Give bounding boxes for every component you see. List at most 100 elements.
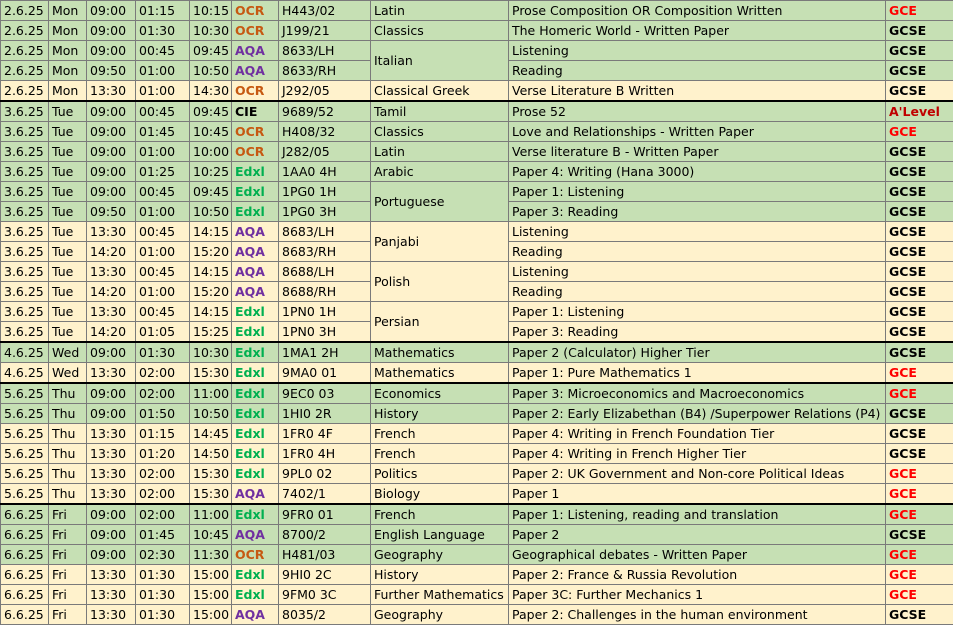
duration-cell: 01:30 [136,21,190,41]
exam-day-cell: Tue [49,202,87,222]
end-time-cell: 10:50 [190,202,232,222]
table-row: 5.6.25Thu09:0002:0011:00Edxl9EC0 03Econo… [1,383,953,404]
paper-code-cell: H408/32 [279,122,371,142]
subject-cell: Tamil [371,101,509,122]
table-row: 3.6.25Tue13:3000:4514:15Edxl1PN0 1HPersi… [1,302,953,322]
paper-code-cell: 9PL0 02 [279,464,371,484]
start-time-cell: 09:00 [87,162,136,182]
exam-date-cell: 4.6.25 [1,342,49,363]
exam-day-cell: Tue [49,222,87,242]
qualification-cell: GCE [886,1,953,21]
duration-cell: 00:45 [136,262,190,282]
qualification-cell: GCSE [886,222,953,242]
paper-title-cell: Paper 1: Listening [509,302,886,322]
qualification-cell: GCE [886,484,953,505]
qualification-cell: GCSE [886,525,953,545]
subject-cell: English Language [371,525,509,545]
end-time-cell: 10:50 [190,404,232,424]
exam-date-cell: 3.6.25 [1,242,49,262]
qualification-cell: GCSE [886,424,953,444]
start-time-cell: 13:30 [87,81,136,102]
paper-code-cell: H481/03 [279,545,371,565]
exam-date-cell: 5.6.25 [1,424,49,444]
duration-cell: 01:05 [136,322,190,343]
paper-code-cell: J199/21 [279,21,371,41]
end-time-cell: 10:15 [190,1,232,21]
end-time-cell: 10:50 [190,61,232,81]
paper-code-cell: 1PN0 3H [279,322,371,343]
exam-day-cell: Mon [49,21,87,41]
paper-code-cell: 8688/LH [279,262,371,282]
exam-board-cell: OCR [232,142,279,162]
start-time-cell: 13:30 [87,565,136,585]
subject-cell: Classics [371,21,509,41]
start-time-cell: 09:00 [87,545,136,565]
duration-cell: 01:30 [136,565,190,585]
start-time-cell: 13:30 [87,222,136,242]
exam-board-cell: AQA [232,484,279,505]
duration-cell: 02:00 [136,504,190,525]
paper-title-cell: Paper 2 (Calculator) Higher Tier [509,342,886,363]
exam-day-cell: Fri [49,504,87,525]
paper-title-cell: Paper 2: Early Elizabethan (B4) /Superpo… [509,404,886,424]
duration-cell: 00:45 [136,41,190,61]
paper-title-cell: Paper 2: Challenges in the human environ… [509,605,886,625]
exam-date-cell: 2.6.25 [1,41,49,61]
exam-day-cell: Fri [49,525,87,545]
subject-cell: Biology [371,484,509,505]
table-row: 6.6.25Fri13:3001:3015:00Edxl9FM0 3CFurth… [1,585,953,605]
duration-cell: 02:00 [136,363,190,384]
table-row: 6.6.25Fri09:0002:0011:00Edxl9FR0 01Frenc… [1,504,953,525]
paper-code-cell: 7402/1 [279,484,371,505]
exam-day-cell: Thu [49,383,87,404]
qualification-cell: GCSE [886,322,953,343]
paper-code-cell: 8633/LH [279,41,371,61]
exam-board-cell: Edxl [232,504,279,525]
exam-board-cell: Edxl [232,565,279,585]
subject-cell: Latin [371,142,509,162]
exam-timetable-body: 2.6.25Mon09:0001:1510:15OCRH443/02LatinP… [1,1,953,625]
paper-code-cell: 1PG0 1H [279,182,371,202]
exam-date-cell: 5.6.25 [1,404,49,424]
duration-cell: 01:15 [136,1,190,21]
paper-code-cell: 9HI0 2C [279,565,371,585]
exam-board-cell: AQA [232,605,279,625]
exam-board-cell: OCR [232,545,279,565]
qualification-cell: GCSE [886,404,953,424]
exam-day-cell: Thu [49,464,87,484]
table-row: 2.6.25Mon09:0001:1510:15OCRH443/02LatinP… [1,1,953,21]
paper-code-cell: 1MA1 2H [279,342,371,363]
qualification-cell: GCE [886,122,953,142]
exam-day-cell: Mon [49,81,87,102]
subject-cell: Politics [371,464,509,484]
duration-cell: 00:45 [136,182,190,202]
qualification-cell: GCSE [886,444,953,464]
start-time-cell: 09:00 [87,41,136,61]
paper-title-cell: Listening [509,222,886,242]
paper-code-cell: 8633/RH [279,61,371,81]
end-time-cell: 14:45 [190,424,232,444]
paper-title-cell: Prose 52 [509,101,886,122]
paper-title-cell: Paper 2 [509,525,886,545]
exam-board-cell: CIE [232,101,279,122]
end-time-cell: 15:25 [190,322,232,343]
exam-board-cell: Edxl [232,585,279,605]
exam-board-cell: Edxl [232,162,279,182]
exam-board-cell: OCR [232,122,279,142]
exam-day-cell: Tue [49,242,87,262]
paper-code-cell: H443/02 [279,1,371,21]
end-time-cell: 15:00 [190,605,232,625]
paper-code-cell: 8035/2 [279,605,371,625]
start-time-cell: 13:30 [87,262,136,282]
paper-title-cell: Paper 4: Writing in French Foundation Ti… [509,424,886,444]
subject-cell: French [371,444,509,464]
exam-date-cell: 2.6.25 [1,81,49,102]
duration-cell: 01:00 [136,142,190,162]
paper-title-cell: Reading [509,61,886,81]
table-row: 4.6.25Wed13:3002:0015:30Edxl9MA0 01Mathe… [1,363,953,384]
paper-code-cell: 8700/2 [279,525,371,545]
duration-cell: 01:00 [136,61,190,81]
paper-title-cell: Paper 3: Microeconomics and Macroeconomi… [509,383,886,404]
exam-day-cell: Tue [49,122,87,142]
start-time-cell: 13:30 [87,444,136,464]
